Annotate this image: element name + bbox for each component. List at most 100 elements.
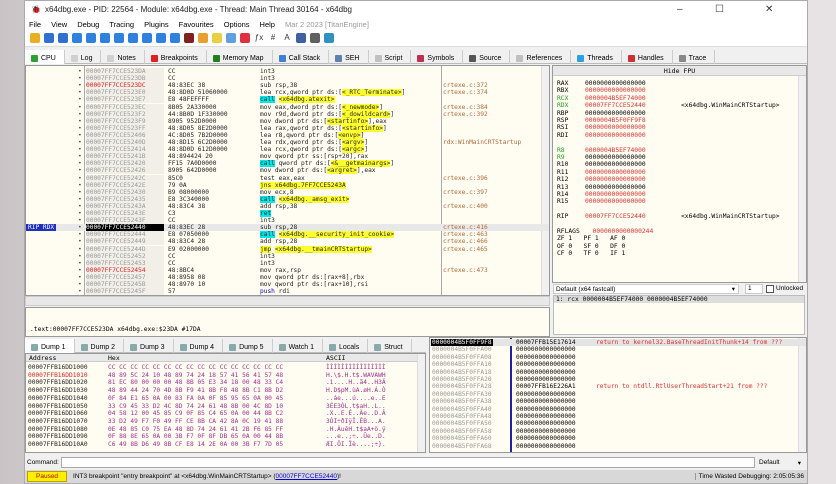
run-to-user-code-icon[interactable] [170,33,180,43]
register-row[interactable]: CF 0 TF 0 IF 1 [557,250,625,257]
disassembly-row[interactable]: • 00007FF7CCE5243E C3 ret [26,210,549,218]
disassembly-row[interactable]: • 00007FF7CCE5244D E9 02000000 jmp <x64dbg.… [26,245,549,253]
breakpoint-dot[interactable]: • [78,217,82,224]
dump-tab-struct[interactable]: Struct [368,339,412,353]
dump-tab-dump-4[interactable]: Dump 4 [174,339,224,353]
open-icon[interactable] [30,33,40,43]
comment-icon[interactable] [212,33,222,43]
disassembly-row[interactable]: • 00007FF7CCE52414 48:8D0D 612D0000 lea rcx… [26,146,549,154]
menu-options[interactable]: Options [224,20,250,29]
menu-favourites[interactable]: Favourites [179,20,214,29]
register-value[interactable]: 0000000000000000 [585,80,646,87]
breakpoint-dot[interactable]: • [78,238,82,245]
dump-row[interactable]: 00007FFB16DD1070 33 D2 49 F7 F0 49 FF CE … [26,418,425,425]
stack-row[interactable]: 0000004B5F0FFA28 00007FFB16E226A1 return t… [430,383,806,390]
disassembly-row[interactable]: • 00007FF7CCE5241B 48:894424 20 mov qword p… [26,153,549,161]
disassembly-row[interactable]: • 00007FF7CCE5245B 48:8970 10 mov qword ptr… [26,281,549,289]
register-value[interactable]: 0000000000000000 [585,124,646,131]
register-row[interactable]: RAX 0000000000000000 [557,80,646,87]
register-value[interactable]: 0000000000000000 [585,176,646,183]
breakpoint-dot[interactable]: • [78,196,82,203]
tab-seh[interactable]: SEH [329,50,369,64]
disassembly-row[interactable]: • 00007FF7CCE5243A 48:83C4 38 add rsp,38 crt… [26,202,549,210]
register-row[interactable]: R9 0000000000000000 [557,154,646,161]
dump-row[interactable]: 00007FFB16DD1000 CC CC CC CC CC CC CC CC … [26,364,425,371]
close-button[interactable]: ✕ [765,4,773,15]
menu-view[interactable]: View [51,20,67,29]
step-over-icon[interactable] [114,33,124,43]
disassembly-row[interactable]: • 00007FF7CCE52435 E8 3C340000 call <x64dbg… [26,195,549,203]
disassembly-row[interactable]: • 00007FF7CCE52426 8905 642D0000 mov dword … [26,167,549,175]
bookmark-icon[interactable] [240,33,250,43]
scylla-icon[interactable] [184,33,194,43]
tab-notes[interactable]: Notes [101,50,145,64]
stack-row[interactable]: 0000004B5F0FFA50 0000000000000000 [430,420,806,427]
register-value[interactable]: 0000000000000000 [585,154,646,161]
stack-row[interactable]: 0000004B5F0FFA60 0000000000000000 [430,435,806,442]
maximize-button[interactable]: ☐ [715,4,724,15]
minimize-button[interactable]: – [677,4,683,15]
disassembly-row[interactable]: • 00007FF7CCE523DC 48:83EC 38 sub rsp,38 crt… [26,82,549,90]
breakpoint-dot[interactable]: • [78,189,82,196]
breakpoint-dot[interactable]: • [78,75,82,82]
registers-view[interactable]: Hide FPU RAX 0000000000000000 RBX 000000000… [552,65,807,283]
register-row[interactable]: R12 0000000000000000 [557,176,646,183]
breakpoint-dot[interactable]: • [78,167,82,174]
breakpoint-dot[interactable]: • [78,153,82,160]
disassembly-row[interactable]: • 00007FF7CCE52453 CC int3 [26,259,549,267]
argument-count-spinner[interactable]: 1 [745,284,763,294]
function-icon[interactable]: ƒx [254,33,264,43]
disassembly-row[interactable]: • 00007FF7CCE523E7 E8 48FEFFFF call <x64dbg… [26,96,549,104]
disassembly-row[interactable]: • 00007FF7CCE52449 48:83C4 28 add rsp,28 crt… [26,238,549,246]
disassembly-row[interactable]: • 00007FF7CCE523EC 8B05 2A330000 mov eax,dw… [26,103,549,111]
command-mode-select[interactable]: Default ▾ [755,459,803,467]
run-icon[interactable] [72,33,82,43]
argument-row[interactable]: 1: rcx 0000004B5EF74000 0000004B5EF74000 [554,296,804,303]
breakpoint-dot[interactable]: • [78,182,82,189]
register-row[interactable]: RFLAGS 0000000000000244 [557,228,653,235]
disassembly-row[interactable]: • 00007FF7CCE5242C 85C0 test eax,eax crtexe.… [26,174,549,182]
register-row[interactable]: RDX 00007FF7CCE52440 <x64dbg.WinMainCRTSta… [557,102,780,109]
trace-into-icon[interactable] [128,33,138,43]
execute-till-return-icon[interactable] [156,33,166,43]
tab-breakpoints[interactable]: Breakpoints [145,50,207,64]
tab-symbols[interactable]: Symbols [411,50,464,64]
menu-plugins[interactable]: Plugins [144,20,169,29]
register-value[interactable]: 0000000000000000 [585,191,646,198]
dump-row[interactable]: 00007FFB16DD1020 81 EC 80 00 00 00 48 8B … [26,379,425,386]
stack-row[interactable]: 0000004B5F0FFA68 0000000000000000 [430,443,806,450]
dump-row[interactable]: 00007FFB16DD1010 48 89 5C 24 10 48 89 74 … [26,372,425,379]
breakpoint-dot[interactable]: • [78,231,82,238]
disassembly-row[interactable]: • 00007FF7CCE5243F CC int3 [26,217,549,225]
breakpoint-dot[interactable]: • [78,175,82,182]
disassembly-row[interactable]: • 00007FF7CCE523E0 48:8D0D 51060000 lea rcx… [26,89,549,97]
dump-row[interactable]: 00007FFB16DD1040 0F 84 E1 65 0A 00 83 FA … [26,395,425,402]
dump-row[interactable]: 00007FFB16DD1050 33 C9 45 33 D2 4C 8D 74 … [26,403,425,410]
stack-row[interactable]: 0000004B5F0FFA08 0000000000000000 [430,354,806,361]
register-row[interactable]: RBP 0000000000000000 [557,110,646,117]
register-value[interactable]: 0000000000000000 [585,169,646,176]
dump-row[interactable]: 00007FFB16DD1030 48 89 44 24 70 4D 8B F9 … [26,387,425,394]
menu-tracing[interactable]: Tracing [109,20,134,29]
register-value[interactable]: 0000000000000000 [585,161,646,168]
disassembly-hscrollbar[interactable] [25,296,550,306]
dump-tab-locals[interactable]: Locals [323,339,369,353]
register-row[interactable]: RBX 0000000000000000 [557,87,646,94]
register-row[interactable]: R13 0000000000000000 [557,184,646,191]
disassembly-row[interactable]: • 00007FF7CCE52420 FF15 7A0D0000 call qword… [26,160,549,168]
disassembly-row[interactable]: • 00007FF7CCE523F2 44:8B0D 1F330000 mov r9d… [26,110,549,118]
tab-log[interactable]: Log [65,50,102,64]
disassembly-row[interactable]: • 00007FF7CCE523DB CC int3 [26,75,549,83]
disassembly-row[interactable]: • 00007FF7CCE52440 48:83EC 28 sub rsp,28 crt… [26,224,549,232]
disassembly-row[interactable]: • 00007FF7CCE52457 48:8958 08 mov qword ptr… [26,273,549,281]
tab-source[interactable]: Source [463,50,511,64]
tab-cpu[interactable]: CPU [25,50,65,64]
register-row[interactable]: RIP 00007FF7CCE52440 <x64dbg.WinMainCRTSta… [557,213,780,220]
breakpoint-dot[interactable]: • [78,267,82,274]
stack-row[interactable]: 0000004B5F0FFA40 0000000000000000 [430,406,806,413]
font-icon[interactable]: A [282,33,292,43]
tab-threads[interactable]: Threads [571,50,622,64]
breakpoint-dot[interactable]: • [78,96,82,103]
register-row[interactable]: R8 0000004B5EF74000 [557,147,646,154]
stack-row[interactable]: 0000004B5F0FF9F8 00007FFB15E17614 return t… [430,339,806,347]
